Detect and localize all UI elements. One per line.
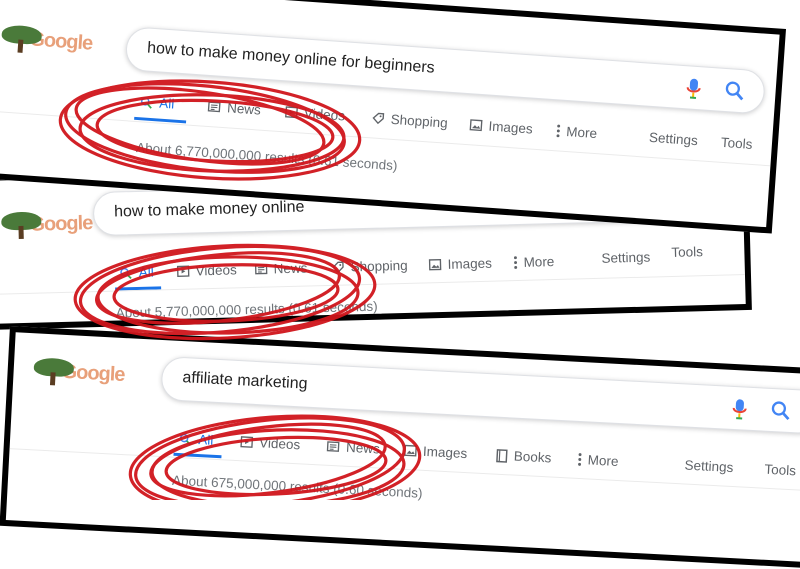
tab-images[interactable]: Images (404, 443, 468, 461)
search-icon (141, 96, 152, 109)
book-icon (496, 448, 508, 463)
tab-images[interactable]: Images (469, 117, 533, 137)
tools-link[interactable]: Tools (764, 462, 796, 479)
more-dots-icon (556, 124, 561, 138)
result-stats: About 675,000,000 results (0.60 seconds) (171, 472, 423, 501)
search-query: how to make money online (113, 198, 305, 221)
tools-link[interactable]: Tools (671, 244, 703, 260)
search-query: how to make money online for beginners (146, 39, 436, 77)
tab-shopping[interactable]: Shopping (331, 258, 408, 275)
logo-tree-icon (0, 209, 44, 240)
play-icon (176, 265, 190, 277)
tab-news[interactable]: News (207, 99, 261, 118)
settings-link[interactable]: Settings (601, 250, 650, 266)
settings-link[interactable]: Settings (684, 458, 733, 476)
microphone-icon[interactable] (731, 398, 748, 421)
search-icon (120, 267, 132, 279)
tag-icon (332, 261, 344, 274)
tab-more[interactable]: More (556, 123, 598, 141)
more-dots-icon (578, 453, 582, 466)
result-stats: About 6,770,000,000 results (0.61 second… (135, 140, 398, 174)
image-icon (469, 119, 483, 132)
tab-all[interactable]: All (119, 265, 154, 281)
microphone-icon[interactable] (685, 77, 702, 100)
google-logo[interactable]: Google (0, 208, 93, 240)
search-icon[interactable] (723, 79, 746, 102)
tab-all[interactable]: All (139, 94, 175, 112)
search-icon (180, 433, 191, 445)
image-icon (428, 258, 442, 271)
search-input[interactable]: affiliate marketing (160, 356, 800, 435)
news-icon (207, 101, 221, 113)
image-icon (404, 444, 417, 457)
tab-videos[interactable]: Videos (240, 434, 301, 452)
tabs-divider (0, 273, 752, 295)
tab-videos[interactable]: Videos (176, 262, 237, 279)
logo-tree-icon (0, 22, 44, 55)
google-logo[interactable]: Google (31, 355, 125, 390)
tab-news[interactable]: News (254, 261, 308, 277)
play-icon (285, 106, 298, 119)
tab-images[interactable]: Images (428, 256, 492, 273)
tab-videos[interactable]: Videos (284, 104, 345, 123)
tab-books[interactable]: Books (496, 448, 552, 466)
news-icon (326, 441, 340, 452)
play-icon (240, 436, 254, 448)
tab-news[interactable]: News (326, 439, 380, 457)
logo-tree-icon (31, 355, 77, 387)
tab-all[interactable]: All (178, 431, 214, 448)
settings-link[interactable]: Settings (649, 130, 699, 148)
result-stats: About 5,770,000,000 results (0.61 second… (115, 298, 378, 321)
news-icon (254, 264, 268, 275)
tab-more[interactable]: More (577, 452, 619, 469)
tools-link[interactable]: Tools (720, 135, 752, 152)
more-dots-icon (513, 256, 518, 269)
google-logo[interactable]: Google (0, 22, 93, 58)
serp-panel-3: Google affiliate marketing All Videos Ne… (0, 326, 800, 569)
tab-shopping[interactable]: Shopping (371, 110, 448, 131)
tab-more[interactable]: More (513, 254, 555, 270)
search-icon[interactable] (769, 399, 792, 422)
search-query: affiliate marketing (182, 369, 308, 393)
tag-icon (372, 112, 385, 125)
